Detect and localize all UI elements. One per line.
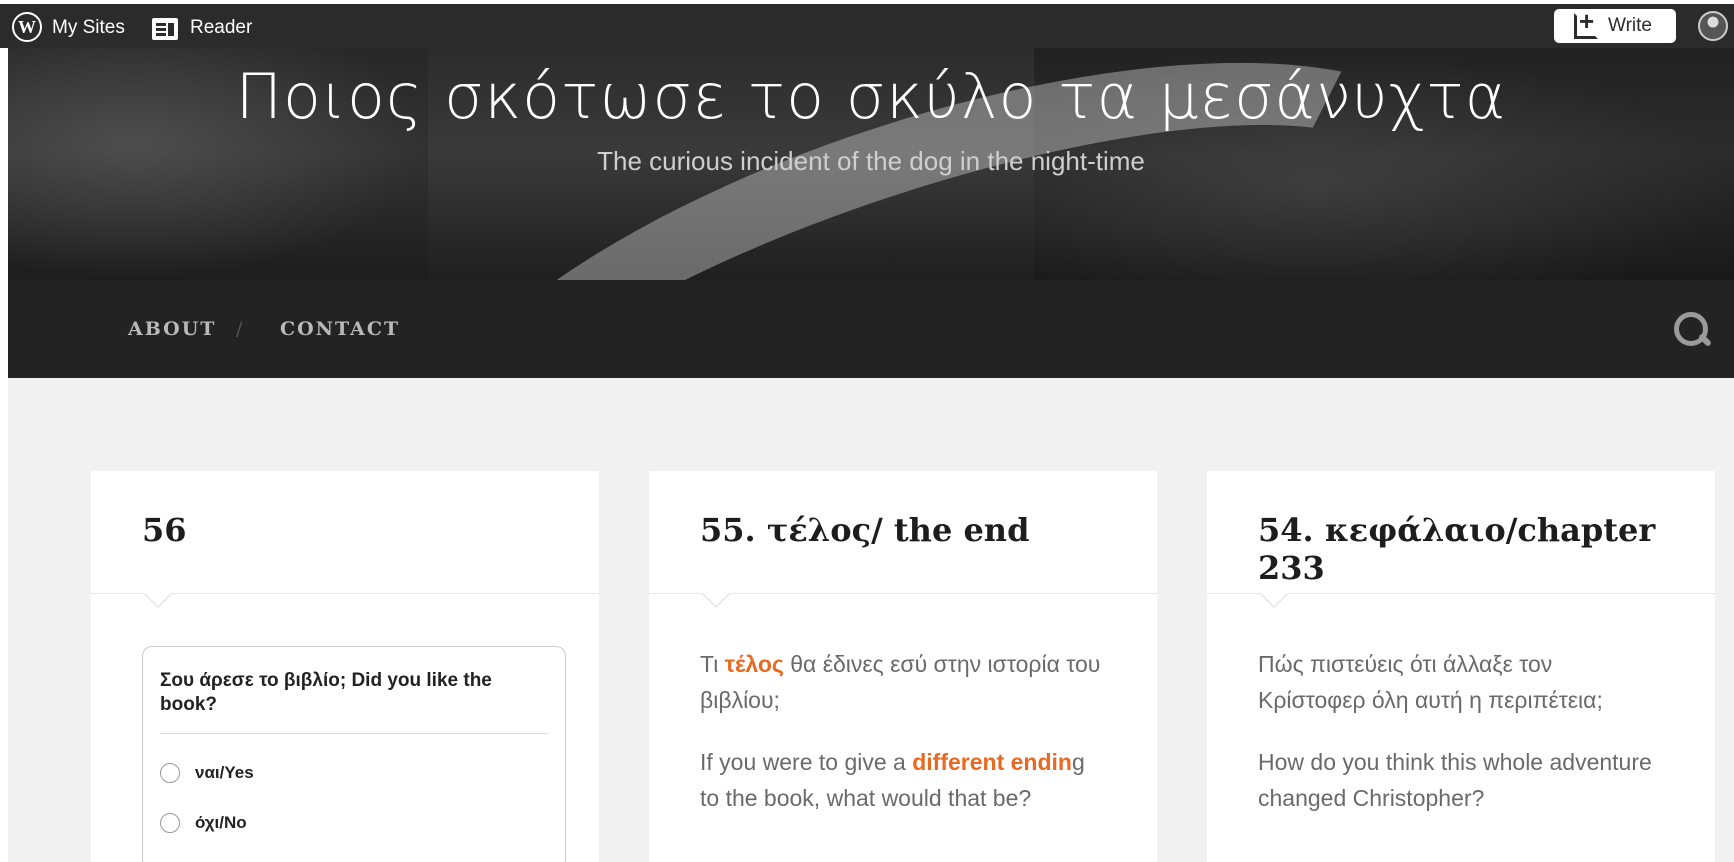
poll-option-label: ναι/Yes bbox=[195, 763, 254, 782]
post-excerpt: Πώς πιστεύεις ότι άλλαξε τον Κρίστοφερ ό… bbox=[1207, 594, 1715, 816]
my-sites-link[interactable]: My Sites bbox=[52, 8, 125, 48]
wordpress-logo-icon[interactable]: W bbox=[12, 12, 42, 42]
post-paragraph: Τι τέλος θα έδινες εσύ στην ιστορία του … bbox=[700, 646, 1106, 718]
nav-item-about[interactable]: ABOUT bbox=[128, 318, 216, 340]
reader-link[interactable]: Reader bbox=[190, 8, 252, 48]
site-description: The curious incident of the dog in the n… bbox=[597, 146, 1145, 176]
text: If you were to give a bbox=[700, 749, 913, 775]
post-paragraph: If you were to give a different ending t… bbox=[700, 744, 1106, 816]
post-header: 56 bbox=[91, 471, 599, 608]
post-title[interactable]: 56 bbox=[142, 511, 187, 549]
poll-option-yes[interactable]: ναι/Yes bbox=[160, 748, 548, 798]
radio-button[interactable] bbox=[160, 763, 180, 783]
site-header: Ποιος σκότωσε το σκύλο τα μεσάνυχτα The … bbox=[8, 48, 1734, 280]
admin-bar: W My Sites Reader Write bbox=[0, 0, 1734, 48]
nav-item-contact[interactable]: CONTACT bbox=[280, 318, 400, 340]
write-icon bbox=[1574, 6, 1598, 39]
reader-icon[interactable] bbox=[152, 18, 178, 40]
highlighted-text: τέλος bbox=[724, 651, 784, 677]
write-label: Write bbox=[1608, 15, 1652, 36]
post-paragraph: How do you think this whole adventure ch… bbox=[1258, 749, 1652, 811]
poll-option-label: όχι/No bbox=[195, 813, 247, 832]
avatar[interactable] bbox=[1698, 11, 1728, 41]
text: Τι bbox=[700, 651, 725, 677]
poll: Σου άρεσε το βιβλίο; Did you like the bo… bbox=[142, 646, 566, 862]
post-card: 54. κεφάλαιο/chapter 233 Πώς πιστεύεις ό… bbox=[1207, 471, 1715, 862]
poll-question: Σου άρεσε το βιβλίο; Did you like the bo… bbox=[160, 669, 548, 734]
post-excerpt: Τι τέλος θα έδινες εσύ στην ιστορία του … bbox=[649, 594, 1157, 816]
content-area: 56 Σου άρεσε το βιβλίο; Did you like the… bbox=[8, 378, 1734, 862]
post-header: 54. κεφάλαιο/chapter 233 bbox=[1207, 471, 1715, 608]
post-card: 56 Σου άρεσε το βιβλίο; Did you like the… bbox=[91, 471, 599, 862]
post-paragraph: Πώς πιστεύεις ότι άλλαξε τον Κρίστοφερ ό… bbox=[1258, 651, 1603, 713]
highlighted-text: different endin bbox=[912, 749, 1072, 775]
radio-button[interactable] bbox=[160, 813, 180, 833]
post-card: 55. τέλος/ the end Τι τέλος θα έδινες εσ… bbox=[649, 471, 1157, 862]
nav-separator: / bbox=[236, 318, 245, 340]
poll-option-no[interactable]: όχι/No bbox=[160, 798, 548, 848]
site-title[interactable]: Ποιος σκότωσε το σκύλο τα μεσάνυχτα bbox=[8, 60, 1734, 133]
search-icon[interactable] bbox=[1672, 310, 1712, 350]
post-header: 55. τέλος/ the end bbox=[649, 471, 1157, 608]
post-title[interactable]: 54. κεφάλαιο/chapter 233 bbox=[1258, 511, 1715, 587]
main-navigation: ABOUT / CONTACT bbox=[8, 280, 1734, 378]
write-button[interactable]: Write bbox=[1554, 6, 1676, 43]
post-title[interactable]: 55. τέλος/ the end bbox=[700, 511, 1029, 549]
